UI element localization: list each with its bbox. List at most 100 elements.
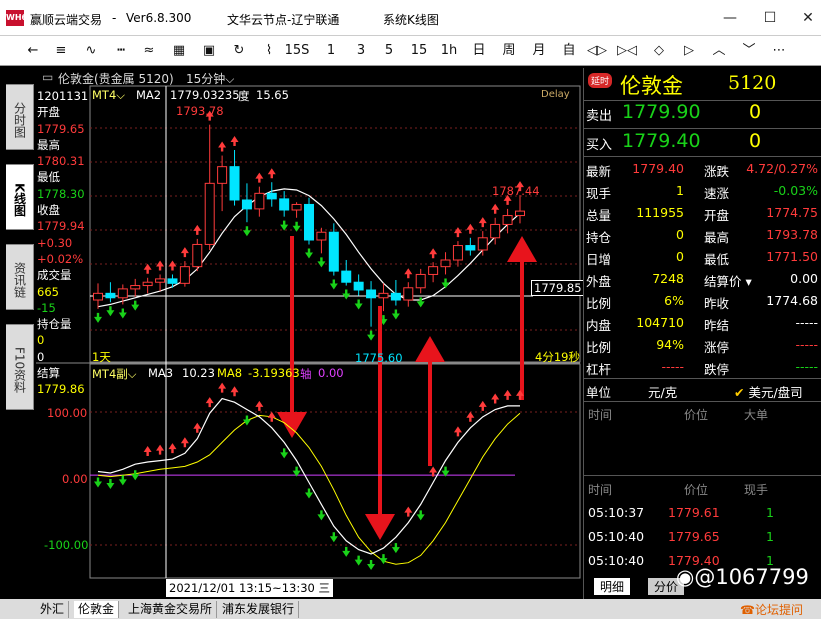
unit-label: 单位 <box>586 385 612 400</box>
sub-buy-arrow-icon <box>491 393 500 404</box>
candle-body <box>279 198 290 211</box>
candle <box>366 281 377 327</box>
main-ma-label: MA2 <box>136 88 162 102</box>
quote-row: 比例 6% 昨收 1774.68 <box>584 290 821 312</box>
tick-time: 05:10:40 <box>588 553 645 568</box>
quote-value: 0 <box>676 249 684 264</box>
sub-buy-arrow-icon <box>180 437 189 448</box>
quote-name: 伦敦金 <box>620 74 683 98</box>
tab-detail[interactable]: 明细 <box>594 578 631 595</box>
depth-header-price: 价位 <box>684 408 709 422</box>
quote-value: 111955 <box>636 205 684 220</box>
main-indicator-name[interactable]: MT4⌵ <box>92 88 125 103</box>
sell-arrow-icon <box>118 308 127 319</box>
buy-arrow-icon <box>491 203 500 214</box>
sub-buy-arrow-icon <box>205 397 214 408</box>
candle <box>192 238 203 272</box>
quote-value: 1793.78 <box>766 227 818 242</box>
candle-body <box>192 243 203 268</box>
status-tab-forex[interactable]: 外汇 <box>36 601 70 618</box>
candle-body <box>366 289 377 299</box>
unit-value[interactable]: 元/克 <box>648 382 677 401</box>
sub-sell-arrow-icon <box>329 532 338 543</box>
candle <box>241 183 252 223</box>
status-tab-sge[interactable]: 上海黄金交易所 <box>124 601 218 618</box>
main-deg-value: 15.65 <box>256 88 289 102</box>
sub-sell-arrow-icon <box>280 448 289 459</box>
buy-arrow-icon <box>156 260 165 271</box>
sell-arrow-icon <box>305 248 313 259</box>
countdown-label: 4分19秒 <box>535 350 580 364</box>
quote-key: 比例 <box>586 340 612 355</box>
candle-body <box>167 278 178 284</box>
quote-key: 现手 <box>586 186 612 201</box>
candle <box>515 195 525 224</box>
sell-arrow-icon <box>317 257 326 268</box>
candle-body <box>515 210 525 217</box>
candle-body <box>502 215 513 225</box>
quote-value: ----- <box>795 337 818 352</box>
sell-label: 卖出 <box>586 109 613 124</box>
sub-ytick-100: 100.00 <box>47 406 88 420</box>
annotation-up-arrow-head-icon <box>507 236 537 262</box>
high-annotation: 1793.78 <box>176 104 224 118</box>
candle <box>254 186 265 217</box>
quote-value: 0 <box>676 227 684 242</box>
candle <box>328 223 339 276</box>
sub-sell-arrow-icon <box>342 546 351 557</box>
unit-alt-option[interactable]: ✔ 美元/盘司 <box>734 382 803 401</box>
sub-buy-arrow-icon <box>218 382 227 393</box>
quote-value: -0.03% <box>773 183 818 198</box>
buy-arrow-icon <box>267 168 276 179</box>
divider <box>584 156 821 157</box>
candle <box>229 150 240 206</box>
current-price-tag: 1779.85 <box>531 280 585 296</box>
tick-header-time: 时间 <box>588 483 613 497</box>
candle-body <box>378 292 389 299</box>
tick-row: 05:10:37 1779.61 1 <box>584 502 821 524</box>
candle <box>465 237 476 256</box>
divider <box>584 100 821 101</box>
sub-ma8-label: MA8 <box>217 366 243 380</box>
sub-sell-arrow-icon <box>379 554 388 565</box>
low-annotation: 1775.60 <box>355 351 403 365</box>
candle <box>130 278 141 297</box>
quote-key: 最低 <box>704 252 730 267</box>
delay-label: Delay <box>541 89 570 100</box>
sell-arrow-icon <box>106 306 115 317</box>
candle-body <box>353 281 364 291</box>
quote-key: 日增 <box>586 252 612 267</box>
quote-value: 1771.50 <box>766 249 818 264</box>
forum-link[interactable]: ☎论坛提问 <box>740 601 803 618</box>
tick-volume: 1 <box>766 529 774 544</box>
quote-key: 杠杆 <box>586 362 612 377</box>
candle-body <box>93 292 103 301</box>
quote-row: 持仓 0 最高 1793.78 <box>584 224 821 246</box>
sub-axis-value: 0.00 <box>318 366 344 380</box>
main-ma-value: 1779.03235 <box>170 88 240 102</box>
sell-arrow-icon <box>329 279 338 290</box>
quote-key: 跌停 <box>704 362 730 377</box>
candle-body <box>241 199 252 210</box>
sub-plot <box>90 382 524 570</box>
candle-body <box>403 287 414 301</box>
right-high-annotation: 1787.44 <box>492 184 540 198</box>
weibo-icon: ◉ <box>676 565 695 589</box>
sell-price: 1779.90 <box>622 101 701 123</box>
sub-ytick-neg100: -100.00 <box>44 538 89 552</box>
candle-body <box>440 259 451 268</box>
status-tab-london-gold[interactable]: 伦敦金 <box>74 601 120 618</box>
candle <box>217 155 228 212</box>
sub-sell-arrow-icon <box>106 478 115 489</box>
quote-row: 比例 94% 涨停 ----- <box>584 334 821 356</box>
candle <box>167 274 178 288</box>
depth-header-time: 时间 <box>588 408 613 422</box>
sub-indicator-name[interactable]: MT4副⌵ <box>92 366 136 382</box>
quote-value: 1779.40 <box>632 161 684 176</box>
quote-row: 外盘 7248 结算价 ▾ 0.00 <box>584 268 821 290</box>
status-tab-spdb[interactable]: 浦东发展银行 <box>218 601 300 618</box>
quote-key: 涨停 <box>704 340 730 355</box>
sub-buy-arrow-icon <box>478 400 487 411</box>
candle-body <box>142 281 153 287</box>
candle <box>452 241 463 267</box>
